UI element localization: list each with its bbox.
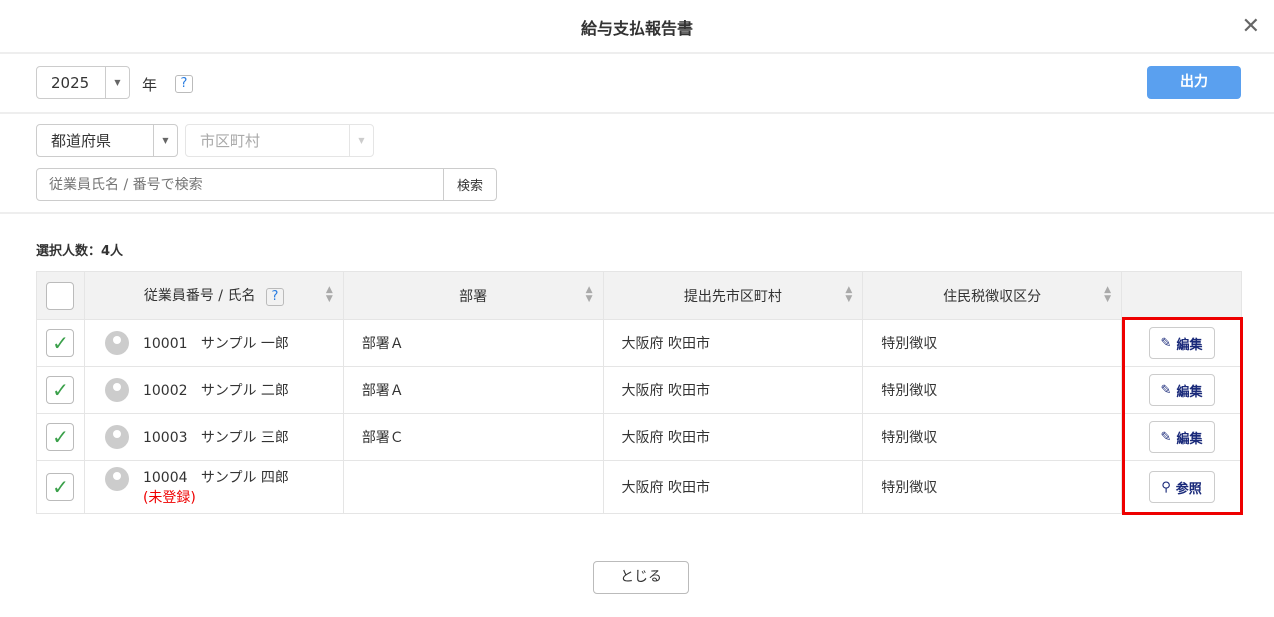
avatar-icon bbox=[104, 378, 129, 402]
prefecture-select[interactable]: 都道府県 ▼ bbox=[36, 124, 178, 157]
header-label: 部署 bbox=[459, 288, 488, 305]
selected-count: 選択人数：4人 bbox=[36, 244, 124, 259]
dept-cell: 部署Ａ bbox=[342, 366, 604, 414]
action-label: 編集 bbox=[1176, 431, 1203, 447]
header-dept[interactable]: 部署 ▲ ▼ bbox=[342, 271, 604, 320]
tax-cell: 特別徴収 bbox=[862, 460, 1123, 514]
year-unit: 年 bbox=[142, 76, 158, 94]
city-select[interactable]: 市区町村 ▼ bbox=[185, 124, 374, 157]
sort-icon[interactable]: ▲ ▼ bbox=[1104, 286, 1111, 304]
chevron-down-icon: ▼ bbox=[105, 67, 129, 98]
city-cell: 大阪府 吹田市 bbox=[602, 460, 864, 514]
divider bbox=[0, 112, 1274, 114]
header-city[interactable]: 提出先市区町村 ▲ ▼ bbox=[602, 271, 864, 320]
employee-id: 10002 bbox=[142, 383, 188, 399]
search-box: 検索 bbox=[36, 168, 497, 201]
prefecture-value: 都道府県 bbox=[51, 132, 112, 150]
city-cell: 大阪府 吹田市 bbox=[602, 366, 864, 414]
edit-button[interactable]: ✎ 編集 bbox=[1148, 374, 1215, 406]
header-label: 提出先市区町村 bbox=[683, 288, 782, 305]
city-cell: 大阪府 吹田市 bbox=[602, 319, 864, 367]
sort-icon[interactable]: ▲ ▼ bbox=[845, 286, 852, 304]
employee-name: サンプル 二郎 bbox=[200, 383, 289, 399]
year-select[interactable]: 2025 ▼ bbox=[36, 66, 130, 99]
year-value: 2025 bbox=[51, 73, 90, 92]
table-header: 従業員番号 / 氏名 ? ▲ ▼ 部署 ▲ ▼ 提出先市区町村 ▲ ▼ 住民税徴収区分 ▲ ▼ bbox=[36, 271, 1242, 320]
close-button[interactable]: とじる bbox=[593, 561, 689, 594]
tax-cell: 特別徴収 bbox=[862, 319, 1123, 367]
sort-icon[interactable]: ▲ ▼ bbox=[586, 286, 593, 304]
header-tax[interactable]: 住民税徴収区分 ▲ ▼ bbox=[862, 271, 1123, 320]
dialog-title: 給与支払報告書 bbox=[0, 0, 1274, 54]
select-all-checkbox[interactable] bbox=[46, 281, 75, 310]
divider bbox=[0, 212, 1274, 214]
header-label: 従業員番号 / 氏名 bbox=[143, 288, 256, 304]
view-button[interactable]: ⚲ 参照 bbox=[1148, 471, 1215, 503]
edit-button[interactable]: ✎ 編集 bbox=[1148, 421, 1215, 453]
row-checkbox[interactable]: ✓ bbox=[46, 376, 75, 404]
pencil-icon: ✎ bbox=[1160, 335, 1172, 351]
search-icon: ⚲ bbox=[1161, 479, 1171, 495]
pencil-icon: ✎ bbox=[1160, 382, 1172, 398]
dept-cell: 部署Ｃ bbox=[342, 413, 604, 461]
pencil-icon: ✎ bbox=[1160, 429, 1172, 445]
employee-name: サンプル 四郎 bbox=[200, 470, 289, 486]
header-employee[interactable]: 従業員番号 / 氏名 ? ▲ ▼ bbox=[83, 271, 344, 320]
avatar-icon bbox=[104, 425, 129, 449]
close-icon[interactable]: ✕ bbox=[1242, 14, 1260, 39]
table-row: ✓ 10003 サンプル 三郎 部署Ｃ 大阪府 吹田市 特別徴収 ✎ 編集 bbox=[36, 413, 1242, 461]
edit-button[interactable]: ✎ 編集 bbox=[1148, 327, 1215, 359]
city-cell: 大阪府 吹田市 bbox=[602, 413, 864, 461]
employee-id: 10003 bbox=[142, 430, 188, 446]
row-checkbox[interactable]: ✓ bbox=[46, 473, 75, 501]
search-button[interactable]: 検索 bbox=[443, 169, 496, 200]
dept-cell: 部署Ａ bbox=[342, 319, 604, 367]
action-label: 参照 bbox=[1175, 481, 1202, 497]
help-icon[interactable]: ? bbox=[265, 288, 284, 306]
table-row: ✓ 10002 サンプル 二郎 部署Ａ 大阪府 吹田市 特別徴収 ✎ 編集 bbox=[36, 366, 1242, 414]
unregistered-note: (未登録) bbox=[142, 490, 196, 506]
employee-id: 10004 bbox=[142, 470, 188, 486]
sort-icon[interactable]: ▲ ▼ bbox=[326, 286, 333, 304]
tax-cell: 特別徴収 bbox=[862, 413, 1123, 461]
avatar-icon bbox=[104, 467, 129, 491]
tax-cell: 特別徴収 bbox=[862, 366, 1123, 414]
dept-cell bbox=[342, 460, 604, 514]
output-button[interactable]: 出力 bbox=[1147, 66, 1241, 99]
employee-name: サンプル 一郎 bbox=[200, 336, 289, 352]
help-icon[interactable]: ? bbox=[175, 75, 193, 93]
action-label: 編集 bbox=[1176, 337, 1203, 353]
employee-table: 従業員番号 / 氏名 ? ▲ ▼ 部署 ▲ ▼ 提出先市区町村 ▲ ▼ 住民税徴収区分 ▲ ▼ … bbox=[36, 271, 1242, 514]
chevron-down-icon: ▼ bbox=[349, 125, 373, 156]
table-row: ✓ 10004 サンプル 四郎 (未登録) 大阪府 吹田市 特別徴収 ⚲ 参照 bbox=[36, 460, 1242, 514]
chevron-down-icon: ▼ bbox=[153, 125, 177, 156]
employee-id: 10001 bbox=[142, 336, 188, 352]
table-row: ✓ 10001 サンプル 一郎 部署Ａ 大阪府 吹田市 特別徴収 ✎ 編集 bbox=[36, 319, 1242, 367]
employee-name: サンプル 三郎 bbox=[200, 430, 289, 446]
header-label: 住民税徴収区分 bbox=[943, 288, 1042, 305]
avatar-icon bbox=[104, 331, 129, 355]
row-checkbox[interactable]: ✓ bbox=[46, 423, 75, 451]
row-checkbox[interactable]: ✓ bbox=[46, 329, 75, 357]
search-input[interactable] bbox=[37, 176, 443, 193]
city-placeholder: 市区町村 bbox=[200, 132, 261, 150]
header-actions bbox=[1121, 271, 1242, 320]
action-label: 編集 bbox=[1176, 384, 1203, 400]
